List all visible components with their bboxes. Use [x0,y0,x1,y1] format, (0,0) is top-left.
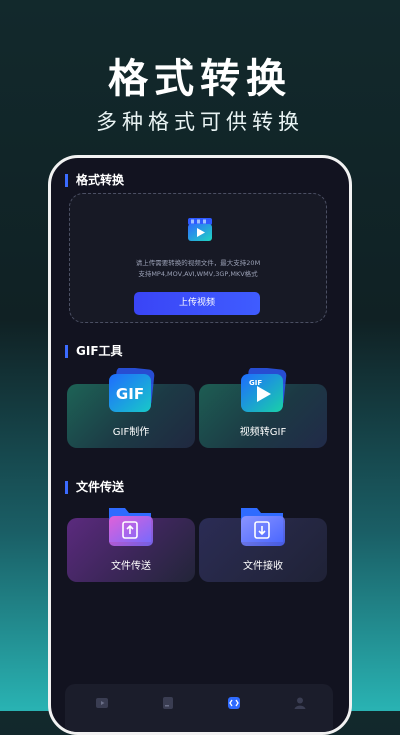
file-send-folder-icon [109,508,153,546]
video-to-gif-folder-icon: GIF [241,368,287,412]
svg-text:GIF: GIF [249,379,262,387]
section-title-format: 格式转换 [65,174,124,187]
play-icon[interactable] [95,696,109,710]
video-to-gif-card[interactable]: GIF 视频转GIF [199,368,327,448]
hero-subtitle: 多种格式可供转换 [96,110,304,134]
upload-video-button[interactable]: 上传视频 [134,292,260,315]
gif-make-card[interactable]: GIF GIF制作 [67,368,195,448]
video-clip-icon [188,218,212,241]
hero-title: 格式转换 [108,56,292,102]
section-title-gif: GIF工具 [65,345,123,358]
upload-hint: 请上传需要转换的视频文件，最大支持20M 支持MP4,MOV,AVI,WMV,3… [70,258,326,280]
profile-icon[interactable] [293,696,307,710]
document-icon[interactable] [161,696,175,710]
section-title-file: 文件传送 [65,481,124,494]
file-send-card[interactable]: 文件传送 [67,508,195,582]
file-receive-label: 文件接收 [243,561,283,572]
upload-hint-line-1: 请上传需要转换的视频文件，最大支持20M [135,259,261,267]
file-receive-card[interactable]: 文件接收 [199,508,327,582]
gif-folder-icon: GIF [109,368,155,412]
file-receive-folder-icon [241,508,285,546]
upload-area[interactable]: 请上传需要转换的视频文件，最大支持20M 支持MP4,MOV,AVI,WMV,3… [69,193,327,323]
phone-frame: 格式转换 请上传需要转换的视频文件，最大支持20M 支持MP4,MOV,AVI,… [48,155,352,735]
bottom-nav [65,684,333,732]
upload-hint-line-2: 支持MP4,MOV,AVI,WMV,3GP,MKV格式 [138,270,258,278]
gif-make-label: GIF制作 [112,427,150,438]
file-send-label: 文件传送 [111,561,151,572]
svg-text:GIF: GIF [116,385,144,403]
convert-icon[interactable] [227,696,241,710]
video-to-gif-label: 视频转GIF [239,427,287,438]
